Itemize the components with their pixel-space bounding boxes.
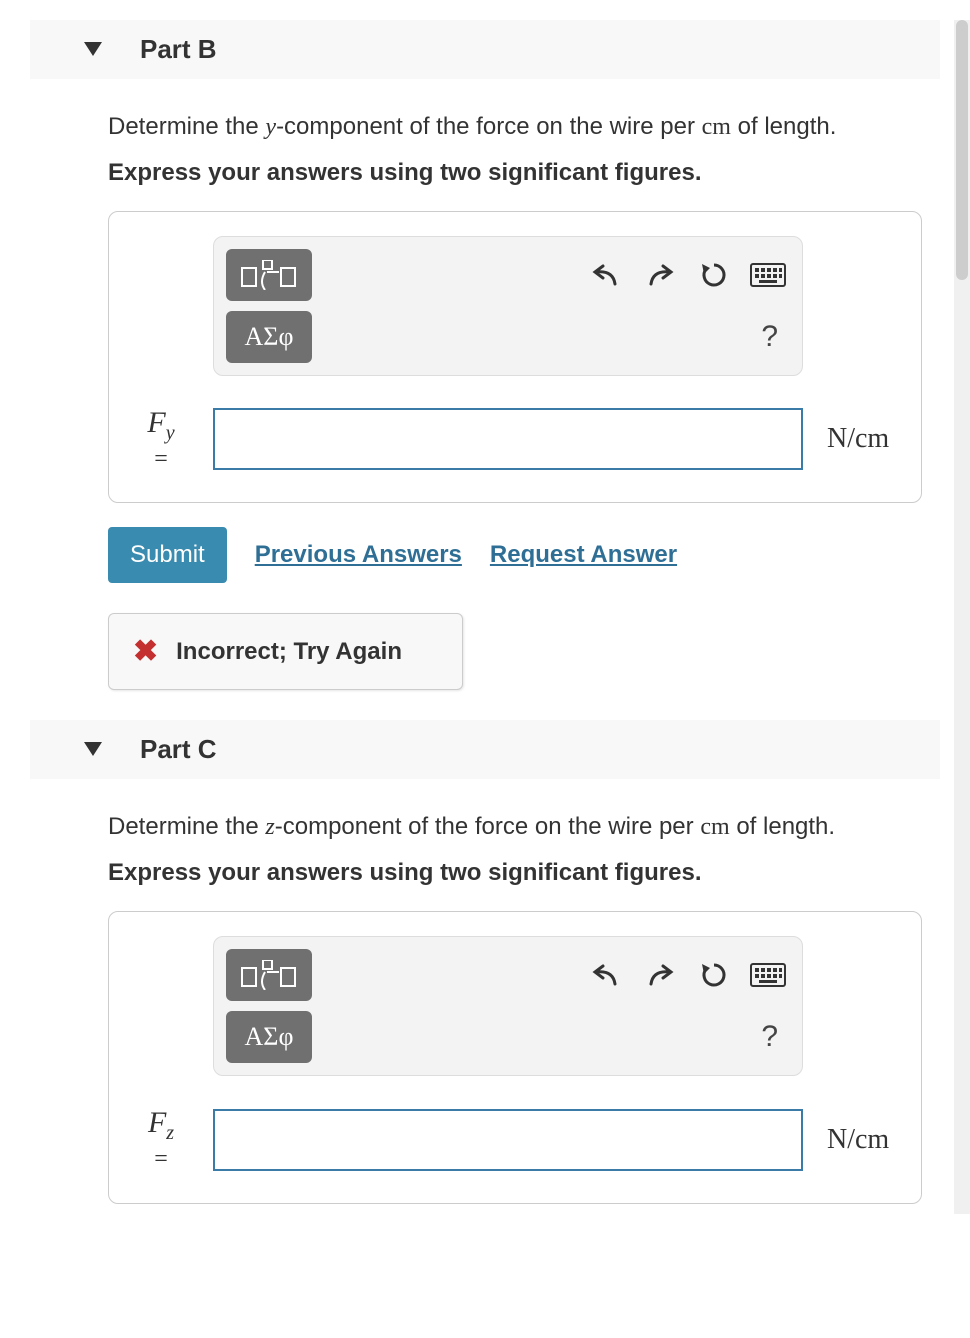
question-instructions: Express your answers using two significa…: [108, 859, 940, 887]
keyboard-icon[interactable]: [746, 953, 790, 997]
collapse-caret-icon: [84, 742, 102, 756]
redo-icon[interactable]: [638, 953, 682, 997]
templates-button[interactable]: [226, 249, 312, 301]
part-title: Part B: [140, 34, 217, 64]
request-answer-link[interactable]: Request Answer: [490, 541, 677, 569]
part-title: Part C: [140, 734, 217, 764]
answer-box: ΑΣφ ? Fy = N/cm: [108, 211, 922, 503]
previous-answers-link[interactable]: Previous Answers: [255, 541, 462, 569]
help-icon[interactable]: ?: [761, 1020, 778, 1054]
keyboard-icon[interactable]: [746, 253, 790, 297]
greek-letters-button[interactable]: ΑΣφ: [226, 311, 312, 363]
question-prompt: Determine the y-component of the force o…: [108, 109, 940, 145]
question-instructions: Express your answers using two significa…: [108, 159, 940, 187]
variable-label: Fz =: [125, 1106, 197, 1172]
question-prompt: Determine the z-component of the force o…: [108, 809, 940, 845]
part-c-body: Determine the z-component of the force o…: [30, 779, 940, 1213]
redo-icon[interactable]: [638, 253, 682, 297]
button-row: Submit Previous Answers Request Answer: [108, 527, 940, 583]
help-icon[interactable]: ?: [761, 320, 778, 354]
scrollbar[interactable]: [954, 20, 970, 1214]
scrollbar-thumb[interactable]: [956, 20, 968, 280]
submit-button[interactable]: Submit: [108, 527, 227, 583]
answer-input[interactable]: [213, 1109, 803, 1171]
undo-icon[interactable]: [584, 953, 628, 997]
equation-toolbar: ΑΣφ ?: [213, 236, 803, 376]
reset-icon[interactable]: [692, 253, 736, 297]
collapse-caret-icon: [84, 42, 102, 56]
part-b-header[interactable]: Part B: [30, 20, 940, 79]
reset-icon[interactable]: [692, 953, 736, 997]
incorrect-x-icon: ✖: [133, 634, 158, 669]
variable-label: Fy =: [125, 406, 197, 472]
feedback-text: Incorrect; Try Again: [176, 638, 402, 666]
part-b-body: Determine the y-component of the force o…: [30, 79, 940, 720]
feedback-box: ✖ Incorrect; Try Again: [108, 613, 463, 690]
unit-label: N/cm: [827, 423, 889, 455]
answer-box: ΑΣφ ? Fz = N/cm: [108, 911, 922, 1203]
undo-icon[interactable]: [584, 253, 628, 297]
equation-toolbar: ΑΣφ ?: [213, 936, 803, 1076]
answer-input[interactable]: [213, 408, 803, 470]
greek-letters-button[interactable]: ΑΣφ: [226, 1011, 312, 1063]
unit-label: N/cm: [827, 1124, 889, 1156]
part-c-header[interactable]: Part C: [30, 720, 940, 779]
templates-button[interactable]: [226, 949, 312, 1001]
